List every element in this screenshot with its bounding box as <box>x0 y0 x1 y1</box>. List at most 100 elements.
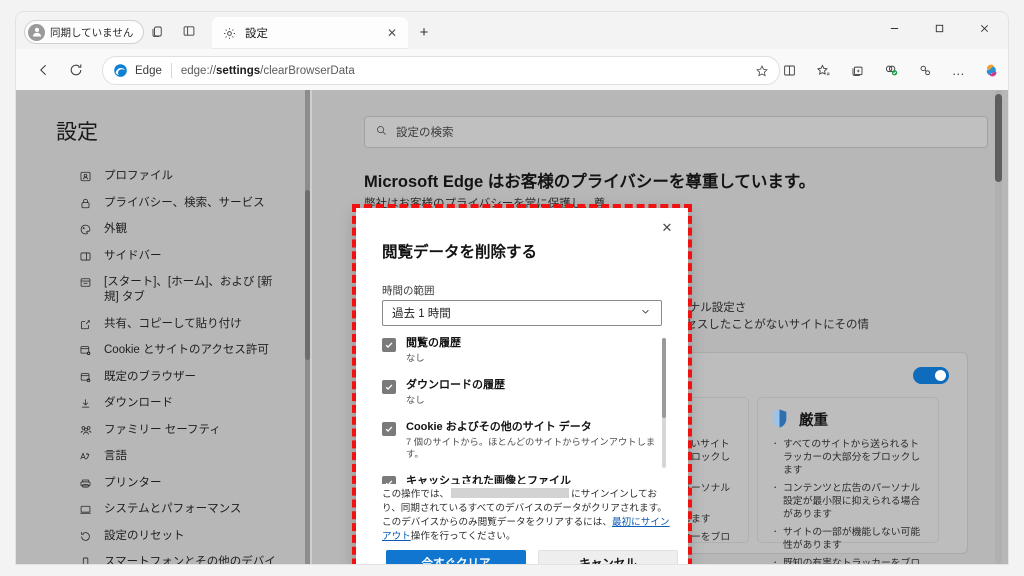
sidebar-item-sidebar[interactable]: サイドバー <box>74 244 289 269</box>
favorites-icon[interactable] <box>810 57 836 83</box>
sidebar-item-default-browser[interactable]: 既定のブラウザー <box>74 365 289 390</box>
edge-logo-icon <box>113 63 128 78</box>
checkbox-checked[interactable] <box>382 422 396 436</box>
start-home-icon <box>78 275 93 290</box>
sidebar-item-system-performance[interactable]: システムとパフォーマンス <box>74 497 289 522</box>
split-screen-icon[interactable] <box>776 57 802 83</box>
cookies-icon <box>78 343 93 358</box>
sidebar-item-languages[interactable]: 言語 <box>74 444 289 469</box>
browser-essentials-icon[interactable] <box>878 57 904 83</box>
sidebar-label: ファミリー セーフティ <box>104 423 221 436</box>
vertical-tabs-icon[interactable] <box>178 20 200 42</box>
sidebar-item-start-home-newtab[interactable]: [スタート]、[ホーム]、および [新規] タブ <box>74 270 289 310</box>
window-close-button[interactable] <box>962 12 1007 45</box>
sidebar-label: サイドバー <box>104 249 162 262</box>
collections-icon[interactable] <box>844 57 870 83</box>
sidebar-label: 言語 <box>104 450 127 462</box>
option-cached-images-files[interactable]: キャッシュされた画像とファイル 27.6 MB 未満を解放します。一部のサイトで… <box>382 474 666 484</box>
window-maximize-button[interactable] <box>917 12 962 45</box>
tier-bullet-list: すべてのサイトから送られるトラッカーの大部分をブロックします コンテンツと広告の… <box>770 436 926 564</box>
profile-sync-label: 同期していません <box>50 26 134 39</box>
option-label: Cookie およびその他のサイト データ <box>406 421 592 433</box>
redacted-account-name <box>451 488 570 498</box>
back-arrow-icon[interactable] <box>32 58 56 82</box>
sidebar-item-appearance[interactable]: 外観 <box>74 217 289 242</box>
tab-group-icon[interactable] <box>146 20 168 42</box>
option-label: ダウンロードの履歴 <box>406 379 505 391</box>
download-icon <box>78 396 93 411</box>
settings-search-input[interactable]: 設定の検索 <box>364 116 988 148</box>
tier-card-strict[interactable]: 厳重 すべてのサイトから送られるトラッカーの大部分をブロックします コンテンツと… <box>757 397 939 564</box>
reload-icon[interactable] <box>64 58 88 82</box>
settings-search-placeholder: 設定の検索 <box>396 127 454 139</box>
tracking-prevention-toggle[interactable] <box>913 367 949 384</box>
option-label: キャッシュされた画像とファイル <box>406 475 571 484</box>
sidebar-label: プライバシー、検索、サービス <box>104 196 265 209</box>
tier-title: 厳重 <box>799 412 828 429</box>
shield-icon <box>770 408 789 430</box>
profile-sync-pill[interactable]: 同期していません <box>24 20 145 44</box>
checkbox-checked[interactable] <box>382 476 396 484</box>
dialog-list-scrollbar-thumb[interactable] <box>662 338 666 418</box>
extensions-icon[interactable] <box>912 57 938 83</box>
sidebar-icon <box>78 249 93 264</box>
sidebar-label: システムとパフォーマンス <box>104 503 242 515</box>
settings-and-more-icon[interactable]: … <box>946 57 972 83</box>
option-sublabel: 7 個のサイトから。ほとんどのサイトからサインアウトします。 <box>406 437 656 459</box>
new-tab-button[interactable]: + <box>412 20 436 44</box>
option-sublabel: なし <box>406 353 425 363</box>
time-range-label: 時間の範囲 <box>382 285 435 297</box>
sidebar-label: スマートフォンとその他のデバイス <box>104 556 276 564</box>
sidebar-label: プリンター <box>104 476 162 489</box>
sidebar-item-printers[interactable]: プリンター <box>74 471 289 496</box>
dialog-list-scrollbar[interactable] <box>662 338 666 468</box>
sidebar-item-reset-settings[interactable]: 設定のリセット <box>74 524 289 549</box>
profile-icon <box>78 169 93 184</box>
more-dots: … <box>951 62 967 78</box>
sidebar-item-share-copy-paste[interactable]: 共有、コピーして貼り付け <box>74 312 289 337</box>
settings-page: 設定 プロファイル プライバシー、検索、サービス 外観 サイドバー [スタート]… <box>16 90 1008 564</box>
checkbox-checked[interactable] <box>382 380 396 394</box>
sidebar-item-cookies[interactable]: Cookie とサイトのアクセス許可 <box>74 338 289 363</box>
option-cookies-site-data[interactable]: Cookie およびその他のサイト データ 7 個のサイトから。ほとんどのサイト… <box>382 420 666 460</box>
checkbox-checked[interactable] <box>382 338 396 352</box>
tab-close-button[interactable]: ✕ <box>382 23 402 43</box>
sidebar-label: [スタート]、[ホーム]、および [新規] タブ <box>104 276 273 303</box>
phone-icon <box>78 555 93 564</box>
close-icon[interactable]: ✕ <box>656 217 678 239</box>
toggle-knob <box>935 370 946 381</box>
system-icon <box>78 502 93 517</box>
sidebar-item-phone-other-devices[interactable]: スマートフォンとその他のデバイス <box>74 550 289 564</box>
sidebar-item-family-safety[interactable]: ファミリー セーフティ <box>74 418 289 443</box>
share-icon <box>78 317 93 332</box>
time-range-select[interactable]: 過去 1 時間 <box>382 300 662 326</box>
tier-bullet: サイトの一部が機能しない可能性があります <box>770 524 926 552</box>
favorite-star-icon[interactable] <box>751 60 773 82</box>
privacy-heading: Microsoft Edge はお客様のプライバシーを尊重しています。 <box>364 173 816 191</box>
browser-window: 同期していません 設定 ✕ + Edge edge://settings/cle… <box>16 12 1008 564</box>
option-label: 閲覧の履歴 <box>406 337 461 349</box>
tab-title: 設定 <box>245 28 268 40</box>
copilot-icon[interactable] <box>978 57 1004 83</box>
page-scrollbar-thumb[interactable] <box>995 94 1002 182</box>
option-browsing-history[interactable]: 閲覧の履歴 なし <box>382 336 666 364</box>
address-bar[interactable]: Edge edge://settings/clearBrowserData <box>102 56 780 85</box>
omnibox-brand-label: Edge <box>135 64 162 77</box>
omnibox-url: edge://settings/clearBrowserData <box>180 64 355 77</box>
page-title: 設定 <box>56 121 98 144</box>
sidebar-item-downloads[interactable]: ダウンロード <box>74 391 289 416</box>
sidebar-label: 共有、コピーして貼り付け <box>104 317 242 330</box>
clear-now-button[interactable]: 今すぐクリア <box>386 550 526 564</box>
option-text-block: キャッシュされた画像とファイル 27.6 MB 未満を解放します。一部のサイトで… <box>406 474 666 484</box>
page-scrollbar[interactable] <box>995 90 1002 564</box>
data-type-options-list: 閲覧の履歴 なし ダウンロードの履歴 なし Cookie およびその他のサイト … <box>382 336 666 484</box>
search-icon <box>375 124 388 140</box>
family-icon <box>78 423 93 438</box>
sidebar-label: ダウンロード <box>104 397 173 409</box>
sidebar-item-profile[interactable]: プロファイル <box>74 164 289 189</box>
sidebar-item-privacy[interactable]: プライバシー、検索、サービス <box>74 191 289 216</box>
option-download-history[interactable]: ダウンロードの履歴 なし <box>382 378 666 406</box>
cancel-button[interactable]: キャンセル <box>538 550 678 564</box>
window-minimize-button[interactable] <box>872 12 917 45</box>
tab-settings[interactable]: 設定 ✕ <box>212 17 408 49</box>
